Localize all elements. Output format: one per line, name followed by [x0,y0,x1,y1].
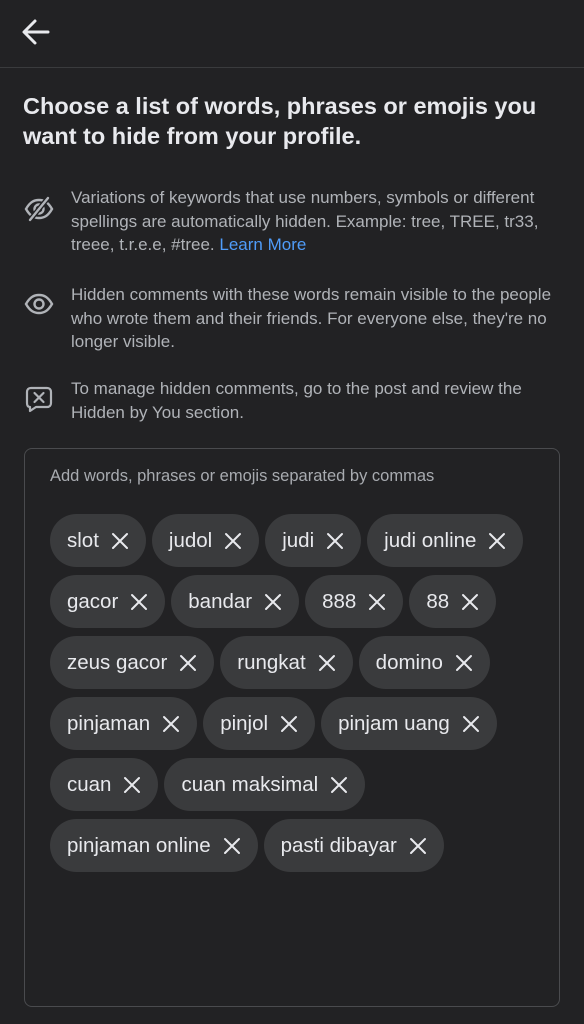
keyword-chip-label: pinjaman online [67,833,211,857]
keyword-chip-label: pinjam uang [338,711,450,735]
keyword-chip[interactable]: pinjam uang [321,697,497,750]
close-icon[interactable] [455,654,473,672]
keyword-chip-label: 88 [426,589,450,613]
keyword-chip-label: judi [282,528,315,552]
keyword-chip[interactable]: gacor [50,575,166,628]
keyword-chip[interactable]: judi online [367,514,524,567]
close-icon[interactable] [409,837,427,855]
keyword-chip-label: pinjaman [67,711,151,735]
keyword-chip[interactable]: cuan [50,758,159,811]
page-heading: Choose a list of words, phrases or emoji… [23,93,537,149]
keyword-chip-label: domino [375,650,443,674]
learn-more-link[interactable]: Learn More [219,235,306,254]
keyword-chip-list: slot judol judi judi online gacor bandar 888 88… [50,514,550,872]
keyword-chip[interactable]: zeus gacor [50,636,215,689]
keyword-chip[interactable]: judol [151,514,260,567]
keyword-chip-label: pinjol [220,711,269,735]
keyword-chip[interactable]: pasti dibayar [263,819,444,872]
close-icon[interactable] [488,532,506,550]
close-icon[interactable] [179,654,197,672]
close-icon[interactable] [123,776,141,794]
keyword-chip[interactable]: pinjaman online [50,819,258,872]
keyword-chip-label: cuan [67,772,112,796]
close-icon[interactable] [264,593,282,611]
keyword-chip[interactable]: 888 [305,575,404,628]
comment-x-icon [22,382,56,416]
arrow-left-icon [22,19,50,45]
keyword-chip-label: bandar [188,589,253,613]
keyword-chip-label: zeus gacor [67,650,168,674]
eye-slash-icon [22,192,56,226]
keyword-chip-label: judi online [384,528,477,552]
keyword-chip-label: cuan maksimal [181,772,319,796]
keyword-chip-label: gacor [67,589,119,613]
top-bar [0,0,584,68]
keyword-chip[interactable]: bandar [171,575,300,628]
close-icon[interactable] [461,593,479,611]
close-icon[interactable] [223,837,241,855]
close-icon[interactable] [318,654,336,672]
keyword-chip[interactable]: cuan maksimal [164,758,366,811]
keyword-chip[interactable]: 88 [409,575,497,628]
close-icon[interactable] [330,776,348,794]
info-text-manage: To manage hidden comments, go to the pos… [71,379,522,422]
keyword-chip[interactable]: slot [50,514,146,567]
close-icon[interactable] [368,593,386,611]
close-icon[interactable] [130,593,148,611]
keyword-chip[interactable]: domino [358,636,490,689]
close-icon[interactable] [326,532,344,550]
close-icon[interactable] [162,715,180,733]
keyword-chip-label: slot [67,528,99,552]
close-icon[interactable] [462,715,480,733]
close-icon[interactable] [111,532,129,550]
keyword-input-placeholder: Add words, phrases or emojis separated b… [50,467,435,485]
keyword-input-box[interactable]: Add words, phrases or emojis separated b… [24,448,560,1007]
keyword-chip-label: rungkat [237,650,306,674]
info-text-variations: Variations of keywords that use numbers,… [71,186,566,257]
keyword-chip[interactable]: pinjol [203,697,316,750]
keyword-chip[interactable]: pinjaman [50,697,198,750]
back-button[interactable] [14,10,58,54]
close-icon[interactable] [224,532,242,550]
eye-icon [22,287,56,321]
keyword-chip-label: judol [168,528,213,552]
keyword-chip-label: 888 [322,589,357,613]
close-icon[interactable] [280,715,298,733]
keyword-chip[interactable]: rungkat [220,636,353,689]
keyword-chip[interactable]: judi [265,514,362,567]
keyword-chip-label: pasti dibayar [280,833,397,857]
info-text-visibility: Hidden comments with these words remain … [71,285,552,351]
